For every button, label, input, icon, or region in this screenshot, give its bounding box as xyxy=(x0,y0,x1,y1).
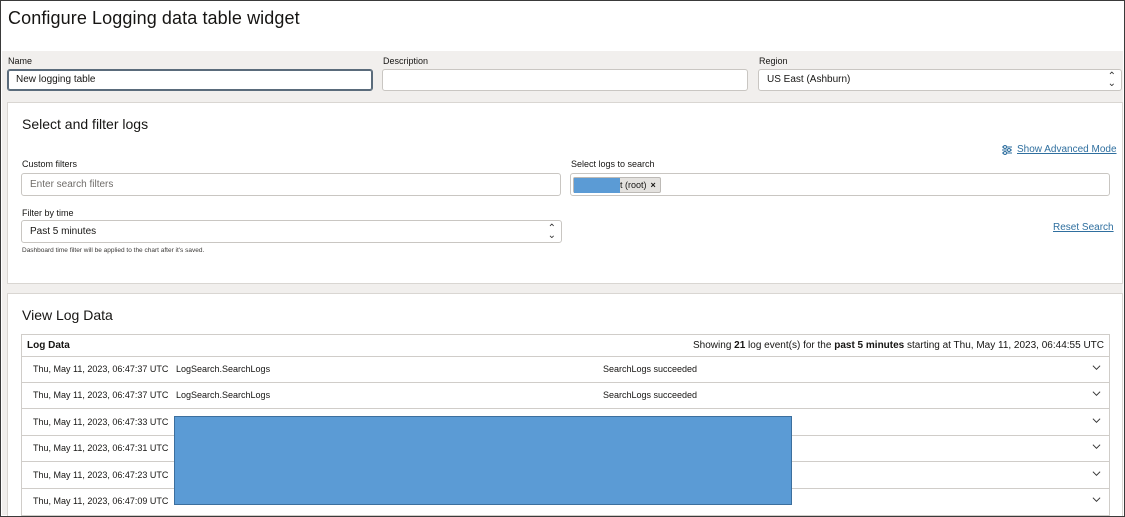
chevron-down-icon[interactable] xyxy=(1092,442,1101,451)
region-select[interactable]: US East (Ashburn) ⌃ ⌄ xyxy=(758,69,1122,91)
selected-log-chip-label: t (root) xyxy=(620,180,647,190)
redacted-compartment xyxy=(574,178,620,193)
row-event: LogSearch.SearchLogs xyxy=(176,364,271,374)
summary-middle: log event(s) for the xyxy=(745,340,835,351)
row-time: Thu, May 11, 2023, 06:47:37 UTC xyxy=(33,364,169,374)
page-title: Configure Logging data table widget xyxy=(8,8,300,28)
row-message: SearchLogs succeeded xyxy=(603,390,698,400)
region-select-value: US East (Ashburn) xyxy=(767,74,851,85)
show-advanced-mode-link[interactable]: Show Advanced Mode xyxy=(1017,144,1117,155)
chevron-down-icon[interactable] xyxy=(1092,363,1101,372)
chip-remove-icon[interactable]: × xyxy=(651,180,656,190)
summary-prefix: Showing xyxy=(693,340,735,351)
select-logs-label: Select logs to search xyxy=(571,159,655,169)
summary-suffix: starting at Thu, May 11, 2023, 06:44:55 … xyxy=(904,340,1104,351)
description-label: Description xyxy=(383,56,429,66)
custom-filters-input[interactable]: Enter search filters xyxy=(21,173,561,196)
chevron-down-icon[interactable] xyxy=(1092,389,1101,398)
chevron-down-icon[interactable] xyxy=(1092,495,1101,504)
row-event: LogSearch.SearchLogs xyxy=(176,390,271,400)
time-filter-helper: Dashboard time filter will be applied to… xyxy=(22,247,205,254)
row-time: Thu, May 11, 2023, 06:47:09 UTC xyxy=(33,496,169,506)
row-message: SearchLogs succeeded xyxy=(603,364,698,374)
filter-panel: Select and filter logs Show Advanced Mod… xyxy=(7,102,1123,284)
chevron-down-icon[interactable] xyxy=(1092,469,1101,478)
table-summary: Showing 21 log event(s) for the past 5 m… xyxy=(693,340,1104,351)
sliders-icon[interactable] xyxy=(1001,144,1013,156)
filter-time-label: Filter by time xyxy=(22,208,74,218)
region-label: Region xyxy=(759,56,788,66)
selected-log-chip: t (root) × xyxy=(573,177,661,193)
summary-count: 21 xyxy=(734,340,746,351)
redacted-log-content xyxy=(174,416,792,505)
name-input[interactable]: New logging table xyxy=(7,69,373,91)
table-row[interactable]: Thu, May 11, 2023, 06:47:37 UTC LogSearc… xyxy=(22,383,1109,409)
select-updown-icon: ⌃ ⌄ xyxy=(547,223,556,241)
name-label: Name xyxy=(8,56,33,66)
custom-filters-label: Custom filters xyxy=(22,159,78,169)
log-data-panel-title: View Log Data xyxy=(22,307,113,323)
row-time: Thu, May 11, 2023, 06:47:33 UTC xyxy=(33,417,169,427)
table-title: Log Data xyxy=(27,340,70,351)
reset-search-link[interactable]: Reset Search xyxy=(1053,222,1114,233)
summary-range: past 5 minutes xyxy=(834,340,905,351)
row-time: Thu, May 11, 2023, 06:47:23 UTC xyxy=(33,470,169,480)
description-input[interactable] xyxy=(382,69,748,91)
filter-time-select[interactable]: Past 5 minutes ⌃ ⌄ xyxy=(21,220,562,243)
chevron-down-icon[interactable] xyxy=(1092,416,1101,425)
table-row[interactable]: Thu, May 11, 2023, 06:47:37 UTC LogSearc… xyxy=(22,357,1109,383)
row-time: Thu, May 11, 2023, 06:47:31 UTC xyxy=(33,443,169,453)
table-header: Log Data Showing 21 log event(s) for the… xyxy=(22,335,1109,357)
select-logs-input[interactable]: t (root) × xyxy=(570,173,1110,196)
row-time: Thu, May 11, 2023, 06:47:37 UTC xyxy=(33,390,169,400)
select-updown-icon: ⌃ ⌄ xyxy=(1107,71,1116,89)
filter-panel-title: Select and filter logs xyxy=(22,116,149,132)
filter-time-value: Past 5 minutes xyxy=(30,226,97,237)
widget-config-window: Configure Logging data table widget Name… xyxy=(0,0,1125,517)
